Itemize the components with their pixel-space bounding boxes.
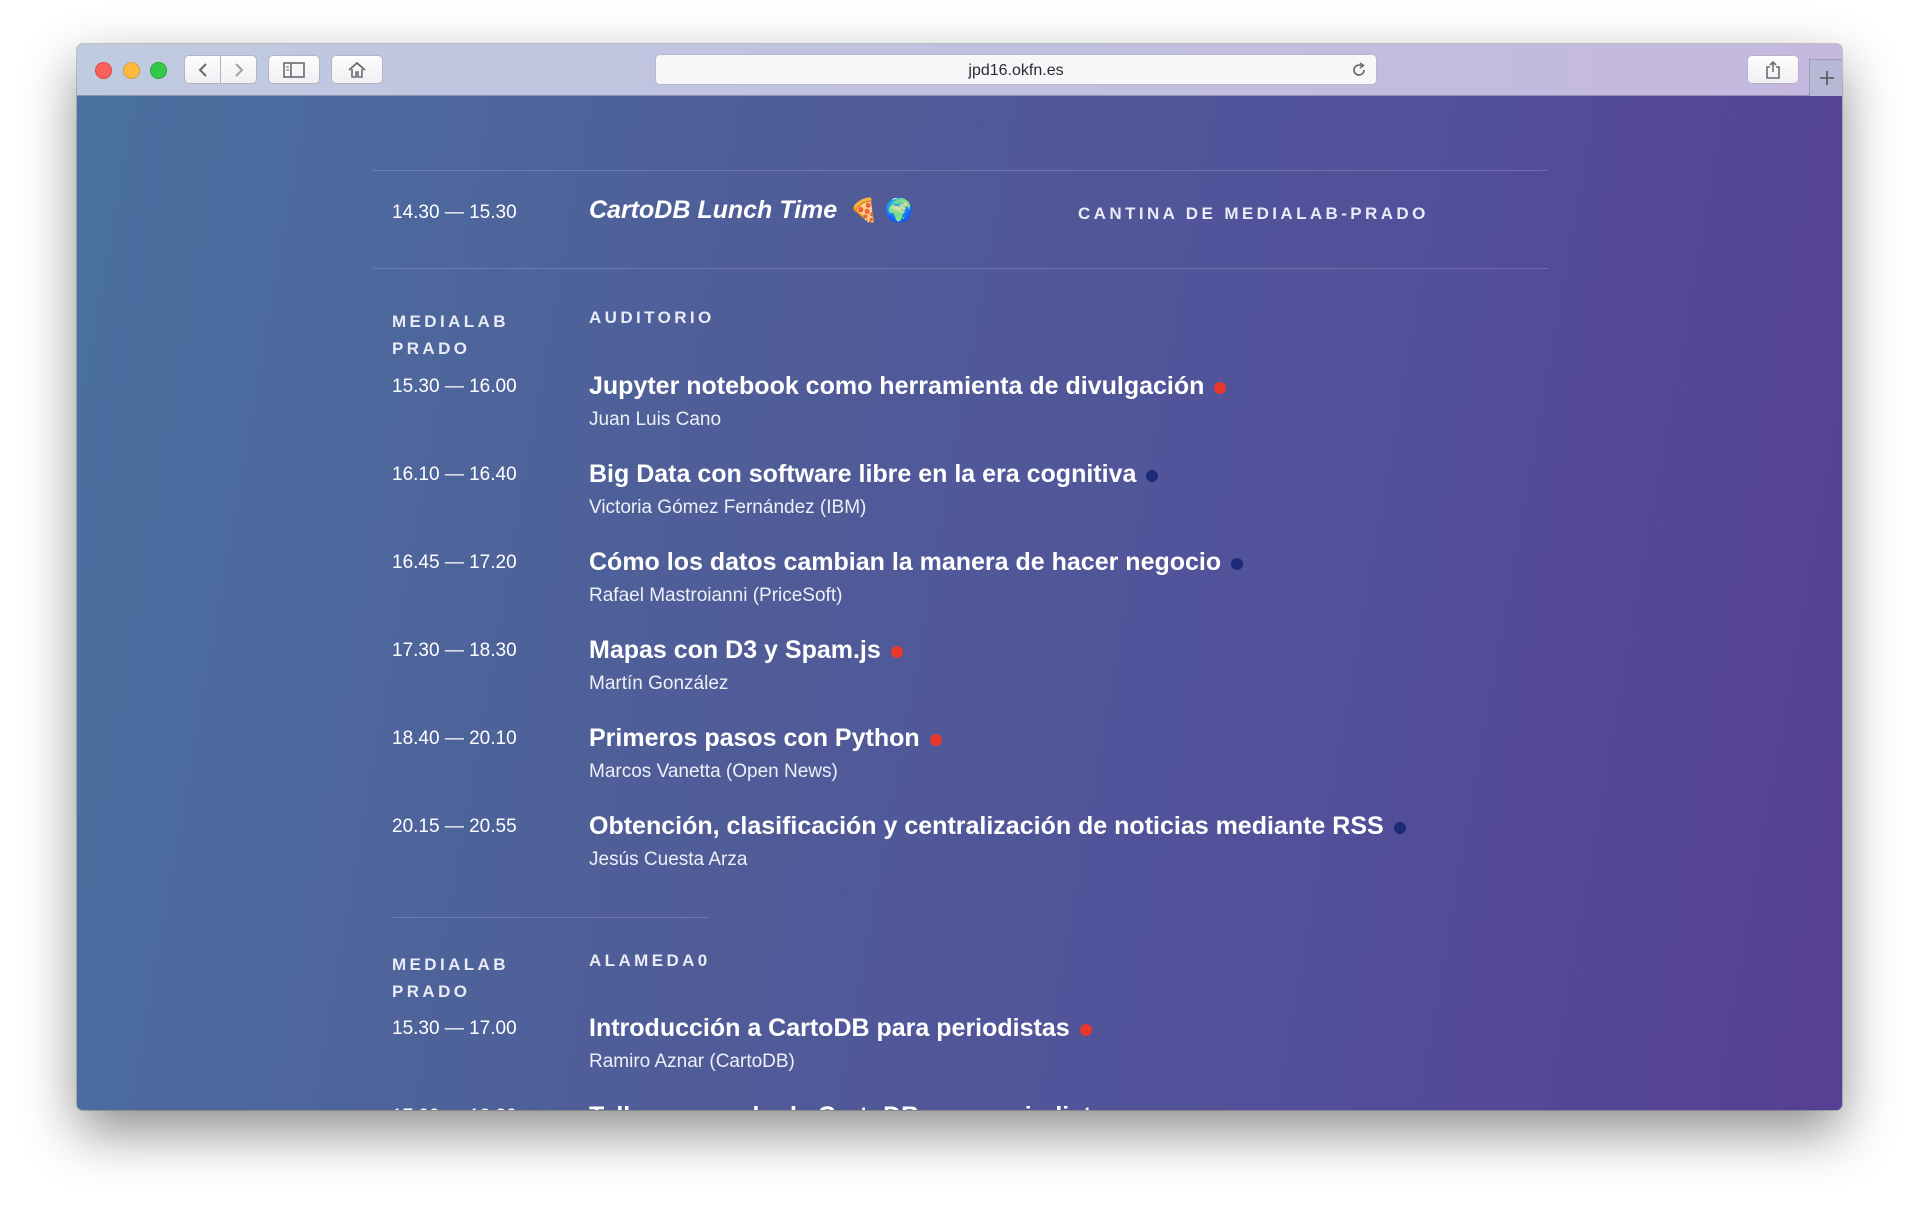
talk-speaker: Jesús Cuesta Arza (589, 849, 748, 870)
share-icon (1766, 60, 1780, 79)
chevron-right-icon (234, 62, 243, 77)
talk-title-row[interactable]: Big Data con software libre en la era co… (589, 460, 1159, 489)
talk-title[interactable]: Introducción a CartoDB para periodistas (589, 1014, 1070, 1042)
section-place: MEDIALAB PRADO (392, 951, 509, 1005)
talk-title[interactable]: Obtención, clasificación y centralizació… (589, 812, 1384, 840)
place-line: MEDIALAB (392, 312, 509, 331)
category-dot-icon (890, 645, 903, 658)
lunch-title-row: CartoDB Lunch Time 🍕 🌍 (589, 196, 913, 225)
lunch-time: 14.30 — 15.30 (392, 202, 517, 223)
talk-title-row[interactable]: Jupyter notebook como herramienta de div… (589, 372, 1227, 401)
talk-title[interactable]: Taller avanzado de CartoDB para periodis… (589, 1102, 1119, 1110)
talk-time: 20.15 — 20.55 (392, 816, 517, 837)
home-icon (348, 61, 366, 78)
pizza-globe-icon: 🍕 🌍 (849, 197, 914, 223)
category-dot-icon (1146, 469, 1159, 482)
talk-time: 17.30 — 18.30 (392, 640, 517, 661)
talk-title-row[interactable]: Cómo los datos cambian la manera de hace… (589, 548, 1244, 577)
divider (373, 268, 1548, 269)
plus-icon (1819, 71, 1834, 85)
place-line: PRADO (392, 982, 471, 1001)
talk-time: 16.10 — 16.40 (392, 464, 517, 485)
talk-time: 15.30 — 16.00 (392, 376, 517, 397)
share-button[interactable] (1747, 55, 1799, 84)
browser-toolbar: jpd16.okfn.es (77, 44, 1842, 96)
category-dot-icon (1231, 557, 1244, 570)
page-content: 14.30 — 15.30 CartoDB Lunch Time 🍕 🌍 CAN… (77, 96, 1842, 1110)
category-dot-icon (929, 733, 942, 746)
room-name: ALAMEDA0 (589, 951, 711, 970)
close-window-button[interactable] (95, 62, 112, 79)
new-tab-button[interactable] (1809, 59, 1842, 96)
room-name: AUDITORIO (589, 308, 715, 327)
minimize-window-button[interactable] (123, 62, 140, 79)
talk-title[interactable]: Primeros pasos con Python (589, 724, 920, 752)
talk-title-row[interactable]: Primeros pasos con Python (589, 724, 942, 753)
talk-title-row[interactable]: Obtención, clasificación y centralizació… (589, 812, 1406, 841)
talk-time: 17.00 — 18.30 (392, 1106, 517, 1110)
talk-title[interactable]: Cómo los datos cambian la manera de hace… (589, 548, 1221, 576)
talk-time: 16.45 — 17.20 (392, 552, 517, 573)
chevron-left-icon (198, 62, 207, 77)
lunch-venue: CANTINA DE MEDIALAB-PRADO (1078, 204, 1429, 223)
zoom-window-button[interactable] (150, 62, 167, 79)
section-place: MEDIALAB PRADO (392, 308, 509, 362)
back-button[interactable] (184, 55, 221, 84)
divider (373, 170, 1548, 171)
address-bar[interactable]: jpd16.okfn.es (655, 54, 1377, 85)
category-dot-icon (1393, 821, 1406, 834)
place-line: PRADO (392, 339, 471, 358)
talk-speaker: Rafael Mastroianni (PriceSoft) (589, 585, 843, 606)
url-text: jpd16.okfn.es (968, 62, 1064, 79)
talk-title-row[interactable]: Introducción a CartoDB para periodistas (589, 1014, 1092, 1043)
lunch-title: CartoDB Lunch Time (589, 196, 838, 224)
talk-title[interactable]: Jupyter notebook como herramienta de div… (589, 372, 1204, 400)
talk-title-row[interactable]: Mapas con D3 y Spam.js (589, 636, 903, 665)
category-dot-icon (1079, 1023, 1092, 1036)
home-button[interactable] (331, 55, 383, 84)
talk-speaker: Victoria Gómez Fernández (IBM) (589, 497, 867, 518)
talk-speaker: Martín González (589, 673, 729, 694)
place-line: MEDIALAB (392, 955, 509, 974)
talk-speaker: Juan Luis Cano (589, 409, 722, 430)
sidebar-icon (283, 61, 305, 78)
talk-title[interactable]: Mapas con D3 y Spam.js (589, 636, 881, 664)
talk-time: 18.40 — 20.10 (392, 728, 517, 749)
divider (392, 917, 709, 918)
sidebar-toggle-button[interactable] (268, 55, 320, 84)
reload-icon[interactable] (1350, 61, 1368, 84)
talk-speaker: Marcos Vanetta (Open News) (589, 761, 838, 782)
talk-title[interactable]: Big Data con software libre en la era co… (589, 460, 1136, 488)
talk-speaker: Ramiro Aznar (CartoDB) (589, 1051, 795, 1072)
talk-title-row[interactable]: Taller avanzado de CartoDB para periodis… (589, 1102, 1141, 1110)
forward-button[interactable] (220, 55, 257, 84)
browser-window: jpd16.okfn.es 14.30 — 15.30 CartoDB Lunc… (77, 44, 1842, 1110)
talk-time: 15.30 — 17.00 (392, 1018, 517, 1039)
category-dot-icon (1214, 381, 1227, 394)
